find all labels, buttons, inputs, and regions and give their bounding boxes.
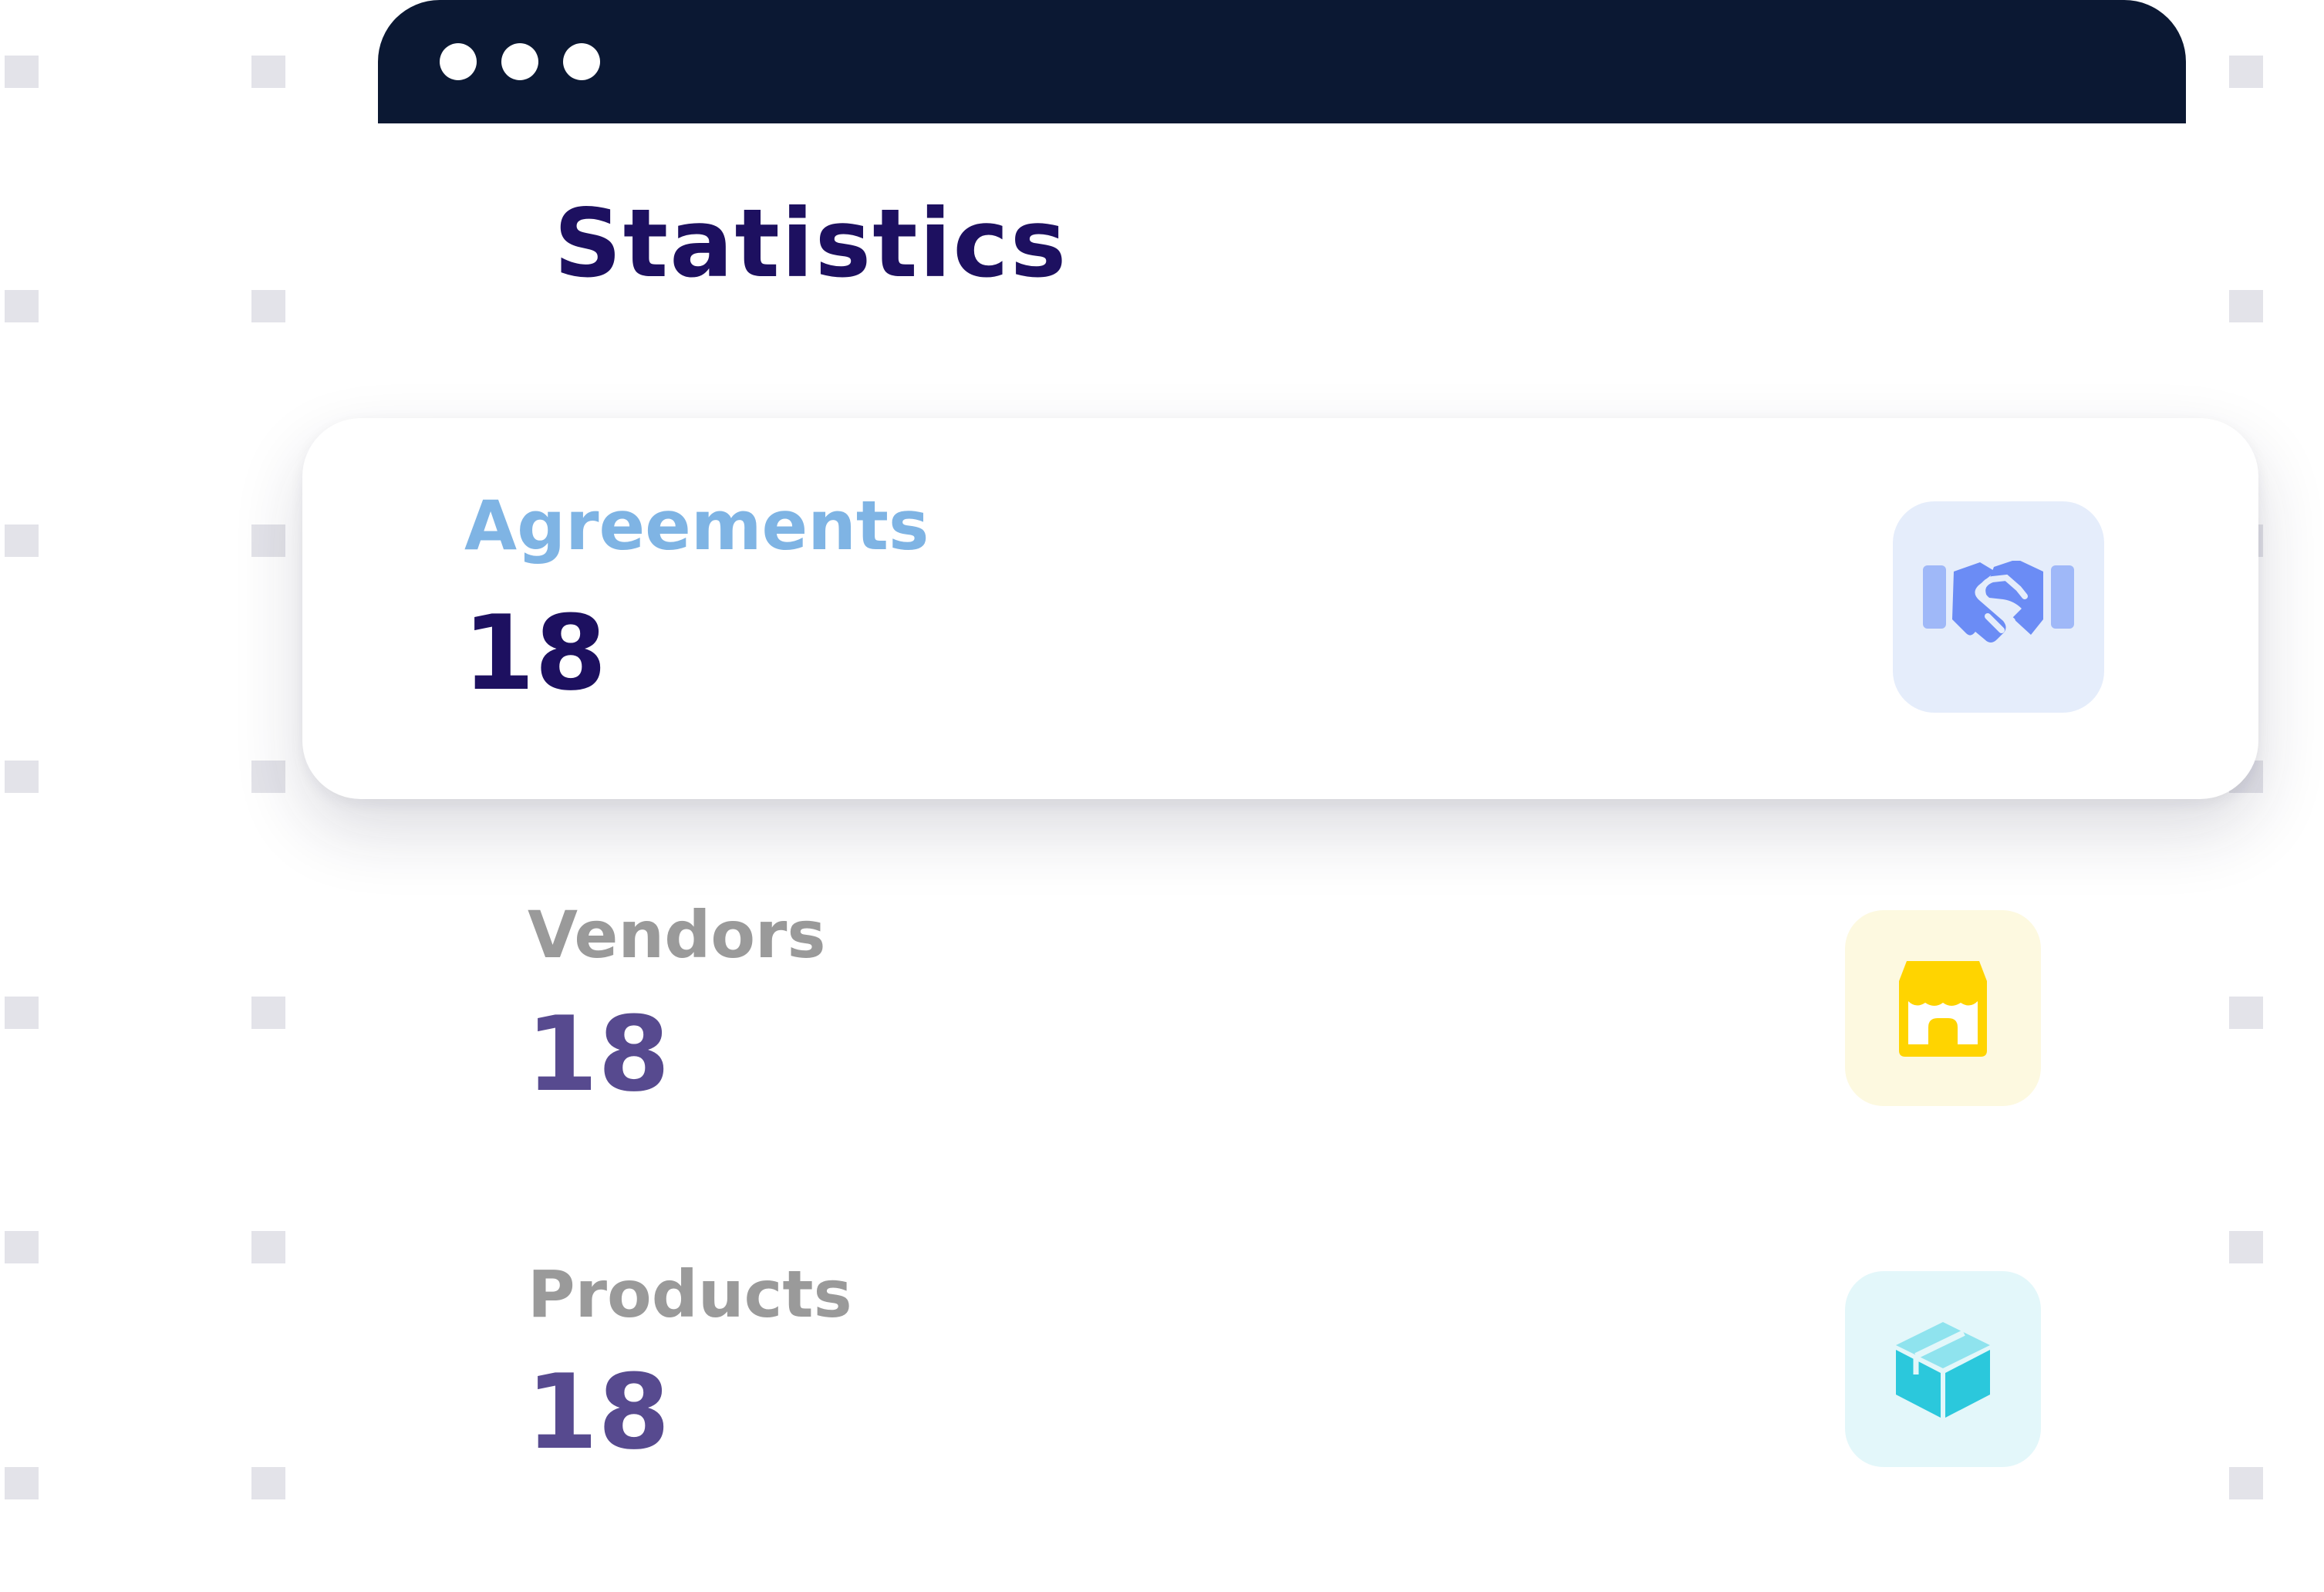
store-icon [1899, 961, 1987, 1057]
products-icon-tile [1845, 1271, 2041, 1467]
grid-square [251, 1467, 285, 1499]
grid-square [2229, 997, 2263, 1029]
grid-square [2229, 290, 2263, 322]
grid-square [251, 761, 285, 793]
products-value: 18 [526, 1352, 670, 1472]
vendors-icon-tile [1845, 910, 2041, 1106]
window-dot-3[interactable] [563, 43, 600, 80]
box-icon [1896, 1322, 1990, 1418]
window-dot-2[interactable] [501, 43, 538, 80]
grid-square [251, 290, 285, 322]
window-dot-1[interactable] [440, 43, 477, 80]
grid-square [2229, 1231, 2263, 1263]
grid-square [5, 56, 39, 88]
grid-square [251, 56, 285, 88]
products-label: Products [528, 1256, 852, 1332]
grid-square [5, 290, 39, 322]
grid-square [5, 1467, 39, 1499]
grid-square [251, 1231, 285, 1263]
grid-square [251, 524, 285, 557]
grid-square [251, 997, 285, 1029]
grid-square [5, 997, 39, 1029]
grid-square [5, 524, 39, 557]
grid-square [5, 761, 39, 793]
grid-square [5, 1231, 39, 1263]
vendors-value: 18 [526, 994, 670, 1115]
window-titlebar [378, 0, 2186, 123]
agreements-label: Agreements [464, 486, 929, 565]
grid-square [2229, 56, 2263, 88]
grid-square [2229, 1467, 2263, 1499]
vendors-label: Vendors [528, 897, 826, 973]
agreements-value: 18 [463, 593, 607, 713]
page-title: Statistics [554, 189, 1068, 298]
handshake-icon [1923, 561, 2074, 643]
agreements-card[interactable]: Agreements 18 [302, 418, 2258, 799]
agreements-icon-tile [1893, 501, 2104, 713]
